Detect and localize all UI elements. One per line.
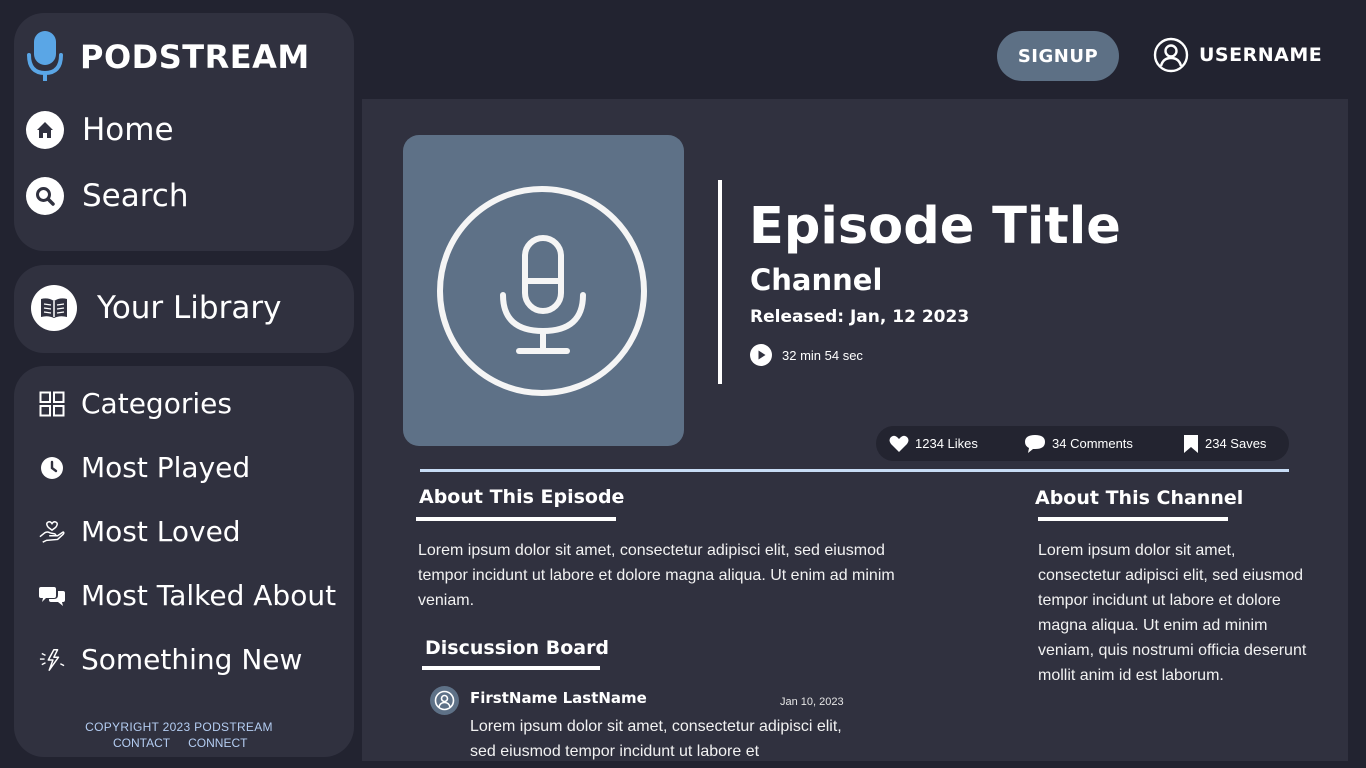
comments-count: 34 Comments	[1052, 436, 1133, 451]
comment-text: Lorem ipsum dolor sit amet, consectetur …	[470, 718, 842, 760]
open-book-icon	[31, 285, 77, 331]
avatar[interactable]	[430, 686, 459, 715]
episode-title: Episode Title	[749, 197, 1121, 256]
footer-copyright: COPYRIGHT 2023 PODSTREAM	[85, 720, 273, 734]
nav-home[interactable]: Home	[26, 111, 174, 149]
about-channel-heading: About This Channel	[1035, 487, 1244, 509]
sidebar-library: Your Library	[14, 265, 354, 353]
episode-cover-art	[403, 135, 684, 446]
signup-button[interactable]: SIGNUP	[997, 31, 1119, 81]
nav-search-label: Search	[82, 178, 189, 214]
home-icon	[26, 111, 64, 149]
category-item-most-played[interactable]: Most Played	[39, 451, 250, 484]
like-button[interactable]: 1234 Likes	[889, 426, 978, 461]
category-label: Categories	[81, 387, 232, 420]
category-item-something-new[interactable]: Something New	[39, 643, 302, 676]
save-button[interactable]: 234 Saves	[1183, 426, 1266, 461]
search-icon	[26, 177, 64, 215]
nav-search[interactable]: Search	[26, 177, 189, 215]
saves-count: 234 Saves	[1205, 436, 1267, 451]
episode-duration: 32 min 54 sec	[782, 347, 863, 363]
microphone-icon	[27, 31, 63, 81]
bookmark-icon	[1184, 434, 1198, 453]
title-divider	[718, 180, 722, 384]
category-label: Something New	[81, 643, 303, 676]
user-profile-icon	[1153, 37, 1189, 73]
comments-button[interactable]: 34 Comments	[1024, 426, 1133, 461]
user-account[interactable]: USERNAME	[1153, 37, 1322, 73]
category-label: Most Loved	[81, 515, 241, 548]
sidebar-main-nav: PODSTREAM Home Search	[14, 13, 354, 251]
category-item-most-talked-about[interactable]: Most Talked About	[39, 579, 336, 612]
episode-stats-bar: 1234 Likes 34 Comments 234 Saves	[876, 426, 1289, 461]
comment-icon	[1025, 434, 1045, 453]
chat-bubbles-icon	[39, 583, 65, 609]
sidebar-categories: Categories Most Played Most Loved Most T…	[14, 366, 354, 757]
user-icon	[434, 690, 455, 711]
episode-channel[interactable]: Channel	[750, 263, 882, 297]
comment-author[interactable]: FirstName LastName	[470, 689, 647, 707]
about-episode-underline	[416, 517, 616, 521]
category-label: Most Played	[81, 451, 251, 484]
grid-icon	[39, 391, 65, 417]
heart-icon	[889, 435, 909, 452]
nav-your-library[interactable]: Your Library	[31, 285, 281, 331]
brand-logo[interactable]: PODSTREAM	[26, 29, 310, 85]
play-icon	[750, 344, 772, 366]
sparkle-bolt-icon	[39, 647, 65, 673]
about-channel-text: Lorem ipsum dolor sit amet, consectetur …	[1038, 542, 1307, 684]
episode-detail-panel: Episode Title Channel Released: Jan, 12 …	[362, 99, 1348, 761]
episode-release-date: Released: Jan, 12 2023	[750, 307, 970, 327]
footer-links: CONTACT CONNECT	[113, 736, 247, 750]
brand-name: PODSTREAM	[80, 38, 310, 76]
comment-date: Jan 10, 2023	[780, 696, 844, 708]
footer-contact-link[interactable]: CONTACT	[113, 736, 170, 750]
category-label: Most Talked About	[81, 579, 337, 612]
section-divider	[420, 469, 1289, 472]
about-episode-heading: About This Episode	[419, 486, 625, 508]
nav-your-library-label: Your Library	[97, 290, 282, 326]
microphone-icon	[437, 186, 647, 396]
category-item-most-loved[interactable]: Most Loved	[39, 515, 241, 548]
footer-connect-link[interactable]: CONNECT	[188, 736, 247, 750]
about-episode-text: Lorem ipsum dolor sit amet, consectetur …	[418, 542, 895, 609]
clock-icon	[39, 455, 65, 481]
discussion-board-heading: Discussion Board	[425, 637, 610, 659]
heart-hand-icon	[39, 519, 65, 545]
likes-count: 1234 Likes	[915, 436, 978, 451]
about-channel-underline	[1038, 517, 1228, 521]
play-episode[interactable]: 32 min 54 sec	[750, 344, 863, 366]
discussion-board-underline	[422, 666, 600, 670]
username-label: USERNAME	[1199, 44, 1323, 66]
category-item-categories[interactable]: Categories	[39, 387, 232, 420]
nav-home-label: Home	[82, 112, 174, 148]
